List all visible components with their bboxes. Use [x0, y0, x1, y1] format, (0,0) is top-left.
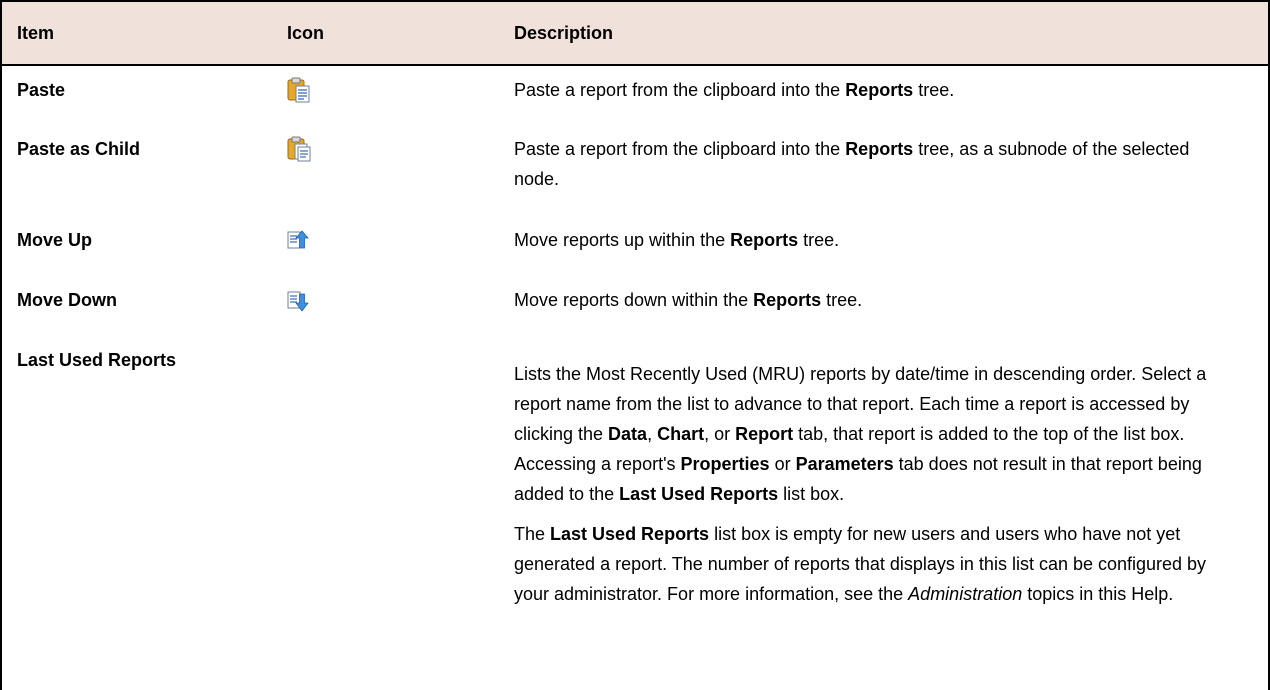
description-paragraph: Lists the Most Recently Used (MRU) repor… — [514, 364, 1207, 504]
item-description: Move reports up within the Reports tree. — [514, 230, 840, 250]
item-description: Paste a report from the clipboard into t… — [514, 80, 955, 100]
item-name: Move Up — [17, 230, 93, 250]
paste-as-child-icon — [287, 136, 311, 162]
header-icon: Icon — [287, 23, 325, 43]
item-name: Paste — [17, 80, 66, 100]
description-paragraph: The Last Used Reports list box is empty … — [514, 524, 1207, 604]
paste-icon — [287, 77, 311, 103]
header-description: Description — [514, 23, 614, 43]
item-name: Move Down — [17, 290, 118, 310]
reports-toolbar-table: Item Icon Description Paste Paste a repo… — [0, 0, 1270, 690]
item-name: Last Used Reports — [17, 350, 177, 370]
item-description: Move reports down within the Reports tre… — [514, 290, 863, 310]
item-description: Lists the Most Recently Used (MRU) repor… — [514, 359, 1234, 609]
header-item: Item — [17, 23, 55, 43]
item-description: Paste a report from the clipboard into t… — [514, 139, 1190, 189]
move-up-icon — [287, 230, 309, 250]
move-down-icon — [287, 290, 309, 312]
item-name: Paste as Child — [17, 139, 141, 159]
table-header: Item Icon Description — [2, 2, 1268, 66]
